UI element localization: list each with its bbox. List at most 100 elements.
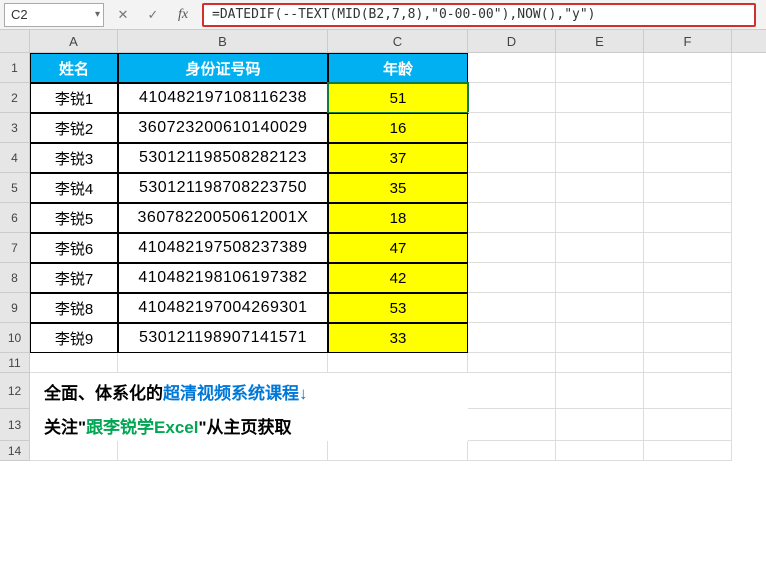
- cell-F1[interactable]: [644, 53, 732, 83]
- age-cell[interactable]: 42: [328, 263, 468, 293]
- cell-D1[interactable]: [468, 53, 556, 83]
- row-header-10[interactable]: 10: [0, 323, 30, 353]
- name-cell[interactable]: 李锐1: [30, 83, 118, 113]
- cell-E4[interactable]: [556, 143, 644, 173]
- cell-F2[interactable]: [644, 83, 732, 113]
- col-header-D[interactable]: D: [468, 30, 556, 52]
- cell-F8[interactable]: [644, 263, 732, 293]
- name-cell[interactable]: 李锐9: [30, 323, 118, 353]
- row-header-12[interactable]: 12: [0, 373, 30, 409]
- cell-D5[interactable]: [468, 173, 556, 203]
- cell-B11[interactable]: [118, 353, 328, 373]
- id-cell[interactable]: 360723200610140029: [118, 113, 328, 143]
- cell-E2[interactable]: [556, 83, 644, 113]
- cell-F7[interactable]: [644, 233, 732, 263]
- name-box[interactable]: C2 ▾: [4, 3, 104, 27]
- row-header-2[interactable]: 2: [0, 83, 30, 113]
- cell-D14[interactable]: [468, 441, 556, 461]
- row-header-9[interactable]: 9: [0, 293, 30, 323]
- row-header-7[interactable]: 7: [0, 233, 30, 263]
- cell-A13[interactable]: 关注"跟李锐学Excel"从主页获取: [30, 409, 118, 441]
- name-cell[interactable]: 李锐4: [30, 173, 118, 203]
- cell-D10[interactable]: [468, 323, 556, 353]
- age-cell[interactable]: 47: [328, 233, 468, 263]
- name-cell[interactable]: 李锐3: [30, 143, 118, 173]
- cell-F9[interactable]: [644, 293, 732, 323]
- id-cell[interactable]: 410482197108116238: [118, 83, 328, 113]
- cell-F10[interactable]: [644, 323, 732, 353]
- age-cell[interactable]: 37: [328, 143, 468, 173]
- name-cell[interactable]: 李锐5: [30, 203, 118, 233]
- cell-D3[interactable]: [468, 113, 556, 143]
- row-header-6[interactable]: 6: [0, 203, 30, 233]
- age-cell[interactable]: 35: [328, 173, 468, 203]
- cell-F6[interactable]: [644, 203, 732, 233]
- cell-E11[interactable]: [556, 353, 644, 373]
- col-header-B[interactable]: B: [118, 30, 328, 52]
- select-all-corner[interactable]: [0, 30, 30, 52]
- cell-D7[interactable]: [468, 233, 556, 263]
- header-age[interactable]: 年龄: [328, 53, 468, 83]
- formula-input[interactable]: =DATEDIF(--TEXT(MID(B2,7,8),"0-00-00"),N…: [202, 3, 756, 27]
- cell-C12[interactable]: [328, 373, 468, 409]
- id-cell[interactable]: 530121198508282123: [118, 143, 328, 173]
- cell-D2[interactable]: [468, 83, 556, 113]
- col-header-A[interactable]: A: [30, 30, 118, 52]
- cell-F3[interactable]: [644, 113, 732, 143]
- cell-E8[interactable]: [556, 263, 644, 293]
- cell-F5[interactable]: [644, 173, 732, 203]
- row-header-3[interactable]: 3: [0, 113, 30, 143]
- header-name[interactable]: 姓名: [30, 53, 118, 83]
- cell-F12[interactable]: [644, 373, 732, 409]
- row-header-1[interactable]: 1: [0, 53, 30, 83]
- cell-D13[interactable]: [468, 409, 556, 441]
- cell-F14[interactable]: [644, 441, 732, 461]
- name-cell[interactable]: 李锐7: [30, 263, 118, 293]
- header-id[interactable]: 身份证号码: [118, 53, 328, 83]
- cell-C11[interactable]: [328, 353, 468, 373]
- cell-E14[interactable]: [556, 441, 644, 461]
- cell-E12[interactable]: [556, 373, 644, 409]
- cell-F4[interactable]: [644, 143, 732, 173]
- cell-F11[interactable]: [644, 353, 732, 373]
- id-cell[interactable]: 530121198907141571: [118, 323, 328, 353]
- cell-E7[interactable]: [556, 233, 644, 263]
- id-cell[interactable]: 410482197004269301: [118, 293, 328, 323]
- age-cell[interactable]: 16: [328, 113, 468, 143]
- age-cell[interactable]: 33: [328, 323, 468, 353]
- id-cell[interactable]: 530121198708223750: [118, 173, 328, 203]
- cell-E3[interactable]: [556, 113, 644, 143]
- cell-D6[interactable]: [468, 203, 556, 233]
- row-header-14[interactable]: 14: [0, 441, 30, 461]
- name-cell[interactable]: 李锐6: [30, 233, 118, 263]
- cell-D8[interactable]: [468, 263, 556, 293]
- cell-A11[interactable]: [30, 353, 118, 373]
- name-box-dropdown-icon[interactable]: ▾: [95, 9, 100, 20]
- row-header-5[interactable]: 5: [0, 173, 30, 203]
- age-cell[interactable]: 51: [328, 83, 468, 113]
- cell-E10[interactable]: [556, 323, 644, 353]
- cell-C14[interactable]: [328, 441, 468, 461]
- row-header-11[interactable]: 11: [0, 353, 30, 373]
- fx-icon[interactable]: fx: [172, 4, 194, 26]
- cell-A14[interactable]: [30, 441, 118, 461]
- cell-E13[interactable]: [556, 409, 644, 441]
- cell-E1[interactable]: [556, 53, 644, 83]
- cell-E6[interactable]: [556, 203, 644, 233]
- col-header-C[interactable]: C: [328, 30, 468, 52]
- cell-A12[interactable]: 全面、体系化的超清视频系统课程↓: [30, 373, 118, 409]
- id-cell[interactable]: 410482197508237389: [118, 233, 328, 263]
- cell-E5[interactable]: [556, 173, 644, 203]
- age-cell[interactable]: 53: [328, 293, 468, 323]
- cell-F13[interactable]: [644, 409, 732, 441]
- row-header-13[interactable]: 13: [0, 409, 30, 441]
- enter-icon[interactable]: ✓: [142, 4, 164, 26]
- cell-C13[interactable]: [328, 409, 468, 441]
- id-cell[interactable]: 410482198106197382: [118, 263, 328, 293]
- name-cell[interactable]: 李锐8: [30, 293, 118, 323]
- cancel-icon[interactable]: ✕: [112, 4, 134, 26]
- cell-B14[interactable]: [118, 441, 328, 461]
- name-cell[interactable]: 李锐2: [30, 113, 118, 143]
- cell-D9[interactable]: [468, 293, 556, 323]
- row-header-4[interactable]: 4: [0, 143, 30, 173]
